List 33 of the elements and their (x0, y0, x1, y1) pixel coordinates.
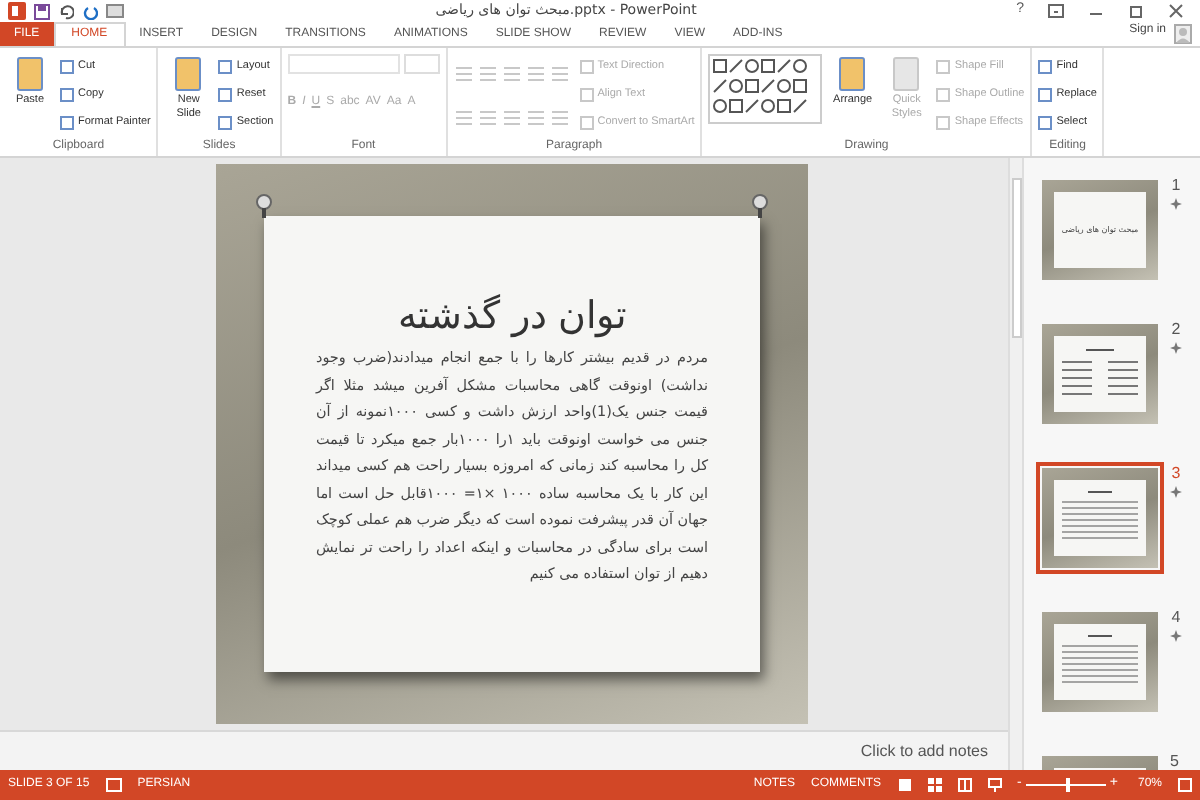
slide-number: 2 (1171, 318, 1181, 342)
spelling-icon (105, 778, 122, 792)
slide-show-icon (987, 778, 1002, 792)
notes-pane[interactable]: Click to add notes (0, 730, 1008, 770)
normal-view-icon (897, 778, 912, 792)
undo-icon (58, 3, 74, 19)
slider-thumb[interactable] (1065, 778, 1070, 792)
repeat-icon (82, 3, 98, 19)
save-icon (34, 3, 50, 19)
close-icon (1168, 4, 1184, 18)
notes-placeholder: Click to add notes (860, 739, 988, 763)
button-icon (836, 54, 869, 94)
reading-view-icon (957, 778, 972, 792)
slide-number: 5 (1170, 750, 1179, 770)
restore-icon (1128, 4, 1144, 18)
slide-thumbnail[interactable] (1036, 606, 1164, 718)
slide-thumbnail[interactable] (1036, 318, 1164, 430)
avatar-icon (1174, 24, 1192, 44)
scrollbar[interactable] (1008, 158, 1024, 770)
button-icon (14, 54, 46, 94)
slide-number: 4 (1171, 606, 1181, 630)
slide-thumbnail[interactable] (1036, 462, 1164, 574)
slide-number: 1 (1171, 174, 1181, 198)
button-icon (172, 54, 205, 94)
slide-number: 3 (1171, 462, 1181, 486)
pin-icon (752, 194, 768, 218)
fit-slide-icon (1178, 778, 1192, 792)
slide-title: توان در گذشته (397, 292, 627, 340)
ribbon-display-icon (1048, 4, 1064, 18)
slide-sorter-icon (927, 778, 942, 792)
presentation-icon (106, 3, 124, 19)
button-icon (890, 54, 923, 94)
pin-icon (256, 194, 272, 218)
